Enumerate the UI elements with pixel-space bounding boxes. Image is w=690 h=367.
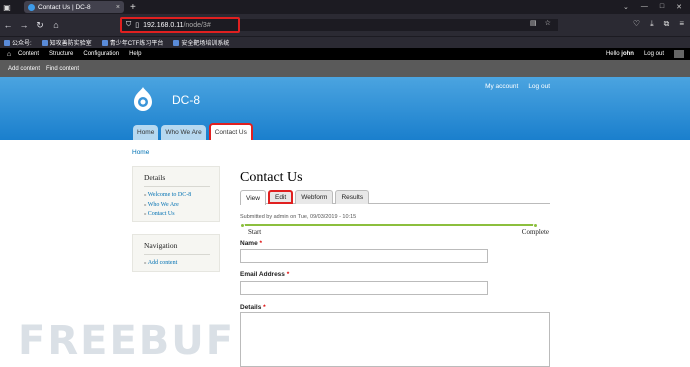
bookmark-icon [41,39,48,46]
details-block: Details Welcome to DC-8 Who We Are Conta… [132,166,220,222]
menu-home[interactable]: Home [133,125,159,140]
navigation-title: Navigation [144,241,210,255]
shortcuts-bar: Add content Find content [0,60,690,77]
tab-title: Contact Us | DC-8 [38,3,91,11]
admin-toolbar: ⌂ Content Structure Configuration Help H… [0,48,690,60]
tab-results[interactable]: Results [335,190,370,204]
pocket-icon[interactable]: ♡ [633,19,640,29]
hello-user: Hello john [605,51,634,57]
site-name[interactable]: DC-8 [172,93,200,107]
shield-icon: ⛉ [126,21,132,28]
url-bar[interactable]: ⛉ ▯ 192.168.0.11/node/3# [120,17,240,33]
forward-icon[interactable]: → [16,20,32,30]
admin-menu-structure[interactable]: Structure [49,51,73,57]
site-header: DC-8 My account Log out Home Who We Are … [0,77,690,140]
menu-icon[interactable]: ≡ [679,19,684,29]
progress-bar [240,222,538,228]
close-window-icon[interactable]: ✕ [676,3,682,11]
back-icon[interactable]: ← [0,20,16,30]
admin-home-icon[interactable]: ⌂ [0,51,18,58]
email-field[interactable] [240,281,488,295]
navigation-block: Navigation Add content [132,234,220,272]
url-host: 192.168.0.11 [143,21,184,29]
details-link-contact-us[interactable]: Contact Us [144,210,210,220]
maximize-icon[interactable]: □ [660,3,664,11]
details-title: Details [144,173,210,187]
main-content: Contact Us View Edit Webform Results Sub… [240,170,550,367]
name-field[interactable] [240,249,488,263]
details-link-who-we-are[interactable]: Who We Are [144,201,210,211]
menu-who-we-are[interactable]: Who We Are [161,125,206,140]
shortcuts-toggle[interactable] [674,50,684,58]
tab-overview-icon[interactable]: ▣ [0,0,14,14]
progress-end-dot [533,222,538,228]
drupal-favicon-icon [28,3,35,11]
freebuf-watermark: FREEBUF [18,318,236,364]
bookmarks-bar: 公众号: 知攻善防实验室 青少年CTF练习平台 安全靶场培训系统 [0,36,690,48]
admin-logout-link[interactable]: Log out [644,51,664,57]
shortcut-find-content[interactable]: Find content [46,66,79,72]
navigation-bar: ← → ↻ ⌂ ⛉ ▯ 192.168.0.11/node/3# ▤ ☆ ♡ ⤓… [0,14,690,36]
downloads-icon[interactable]: ⤓ [650,19,654,29]
name-label: Name * [240,240,263,247]
breadcrumb-home[interactable]: Home [132,149,149,156]
home-icon[interactable]: ⌂ [48,20,64,30]
menu-contact-us[interactable]: Contact Us [208,123,253,140]
new-tab-icon[interactable]: + [130,2,136,13]
email-label: Email Address * [240,271,290,278]
tab-view[interactable]: View [240,190,266,205]
tab-list-icon[interactable]: ⌄ [623,3,629,11]
progress-end-label: Complete [521,228,549,236]
bookmark-icon [4,39,10,46]
bookmark-star-icon[interactable]: ☆ [545,19,551,27]
my-account-link[interactable]: My account [485,83,518,90]
url-bar-background[interactable] [240,19,558,31]
progress-start-label: Start [248,228,262,236]
minimize-icon[interactable]: — [641,3,648,11]
browser-tab[interactable]: Contact Us | DC-8 × [24,1,124,13]
details-textarea[interactable] [240,312,550,367]
globe-icon [173,39,180,46]
admin-menu-help[interactable]: Help [129,51,141,57]
details-label: Details * [240,304,266,311]
bookmark-icon [101,39,108,46]
tab-edit[interactable]: Edit [267,190,294,204]
browser-tab-strip: ▣ Contact Us | DC-8 × + ⌄ — □ ✕ [0,0,690,14]
admin-menu-content[interactable]: Content [18,51,39,57]
details-link-welcome[interactable]: Welcome to DC-8 [144,191,210,201]
admin-menu-configuration[interactable]: Configuration [83,51,119,57]
page-title: Contact Us [240,170,303,185]
url-path: /node/3# [183,21,211,29]
drupal-logo-icon[interactable] [132,86,154,112]
bookmark-item[interactable]: 安全靶场培训系统 [173,38,229,47]
submitted-info: Submitted by admin on Tue, 09/03/2019 - … [240,214,357,220]
tab-webform[interactable]: Webform [295,190,334,204]
reload-icon[interactable]: ↻ [32,20,48,31]
reader-icon[interactable]: ▤ [530,19,537,27]
logout-link[interactable]: Log out [528,83,550,90]
close-tab-icon[interactable]: × [116,4,120,11]
bookmark-item[interactable]: 青少年CTF练习平台 [101,38,163,47]
bookmark-item[interactable]: 知攻善防实验室 [41,38,92,47]
local-tabs: View Edit Webform Results [240,190,550,205]
nav-link-add-content[interactable]: Add content [144,259,210,269]
shortcut-add-content[interactable]: Add content [8,66,40,72]
extensions-icon[interactable]: ⧉ [664,19,670,29]
page-icon: ▯ [135,22,140,29]
progress-start-dot [240,222,245,228]
primary-menu: Home Who We Are Contact Us [133,123,253,140]
bookmark-item[interactable]: 公众号: [4,38,32,47]
